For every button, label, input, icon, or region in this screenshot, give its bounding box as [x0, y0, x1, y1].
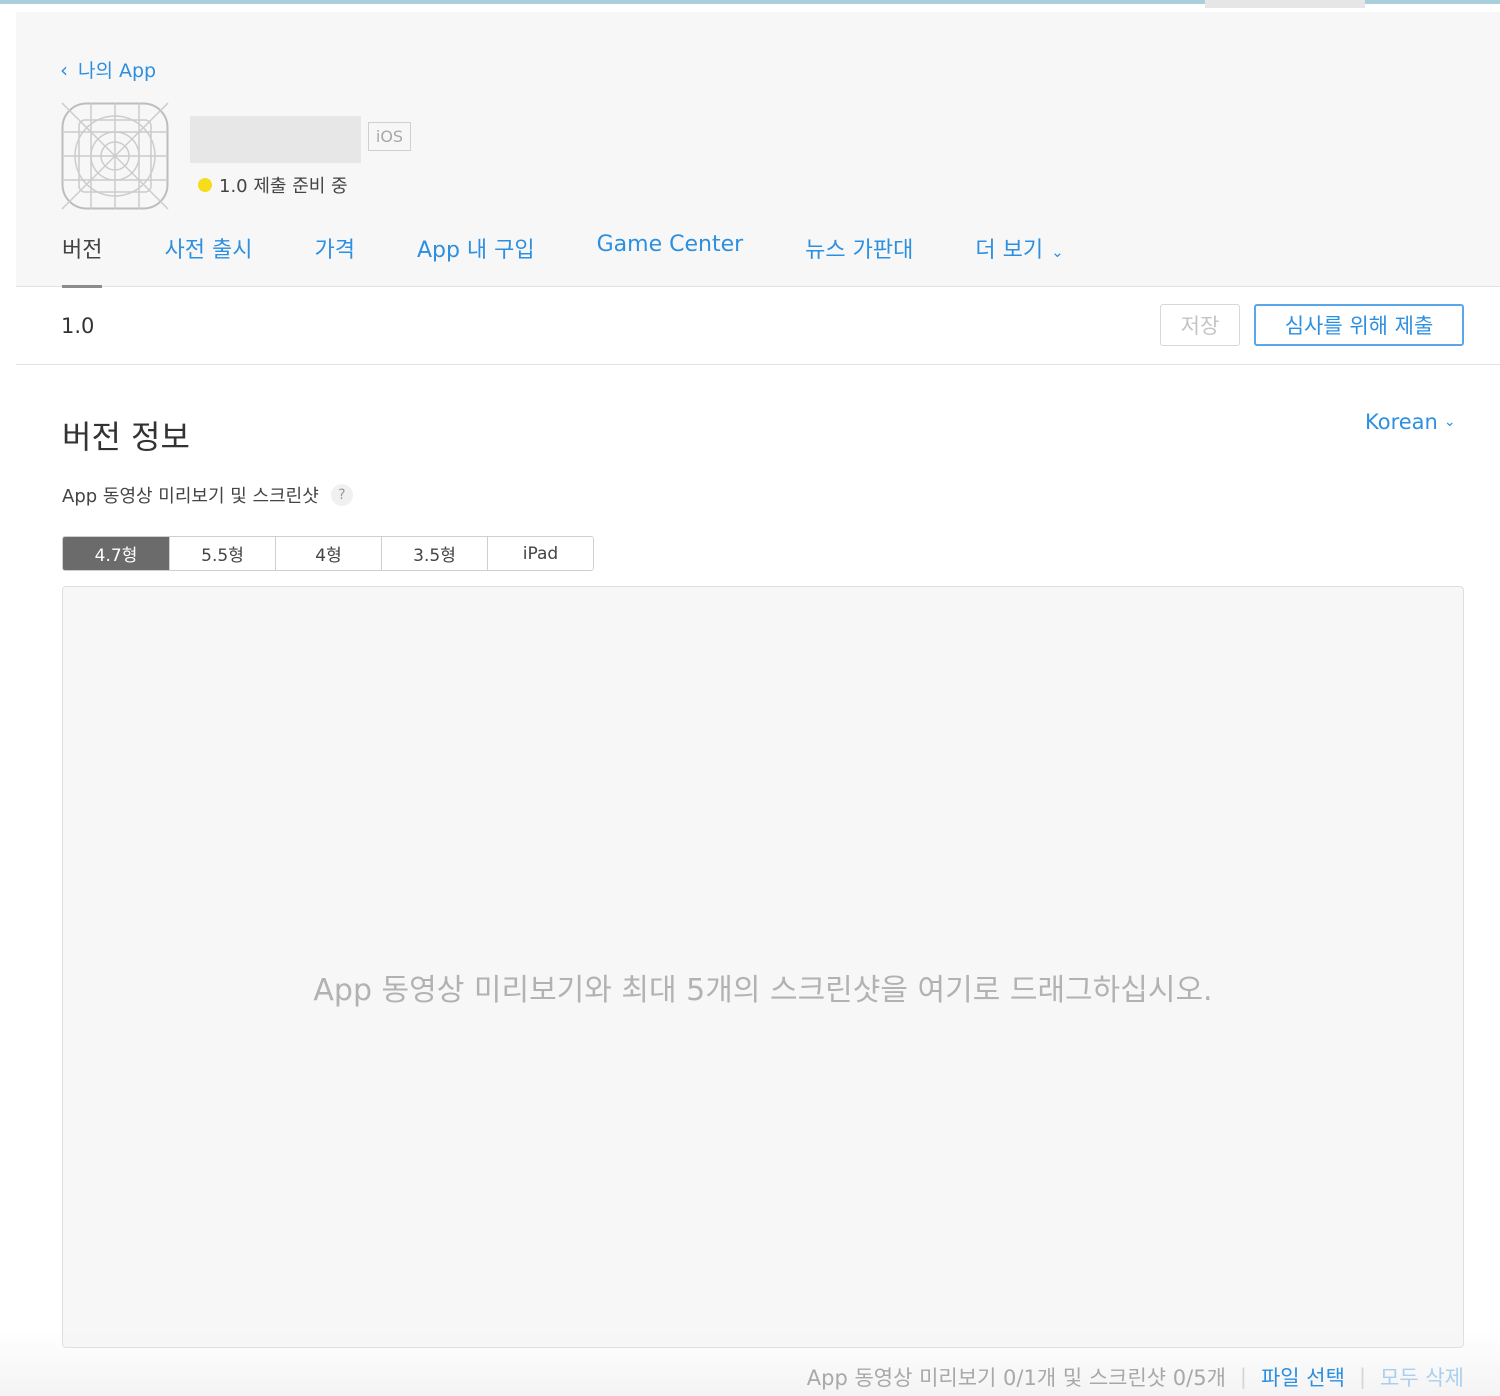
chevron-down-icon: ⌄: [1443, 414, 1456, 430]
app-nav-tabs: 버전 사전 출시 가격 App 내 구입 Game Center 뉴스 가판대 …: [62, 232, 1064, 288]
submit-for-review-button[interactable]: 심사를 위해 제출: [1254, 304, 1464, 346]
tab-prerelease[interactable]: 사전 출시: [164, 232, 252, 287]
tab-label: 더 보기: [975, 238, 1044, 263]
size-tab-4-7[interactable]: 4.7형: [63, 537, 169, 570]
language-selector[interactable]: Korean ⌄: [1365, 410, 1456, 434]
divider: |: [1358, 1365, 1367, 1389]
screenshot-dropzone[interactable]: App 동영상 미리보기와 최대 5개의 스크린샷을 여기로 드래그하십시오.: [62, 586, 1464, 1348]
tab-label: 버전: [62, 238, 103, 263]
divider: |: [1239, 1365, 1247, 1389]
chevron-down-icon: ⌄: [1051, 243, 1064, 261]
app-name-redacted: [190, 116, 361, 163]
platform-badge: iOS: [368, 122, 411, 151]
dropzone-instructions: App 동영상 미리보기와 최대 5개의 스크린샷을 여기로 드래그하십시오.: [313, 973, 1213, 1008]
tab-pricing[interactable]: 가격: [314, 232, 354, 287]
back-to-my-apps-link[interactable]: ‹ 나의 App: [60, 56, 156, 83]
media-count: App 동영상 미리보기 0/1개 및 스크린샷 0/5개: [806, 1366, 1226, 1390]
device-size-tabs: 4.7형 5.5형 4형 3.5형 iPad: [62, 536, 594, 571]
submission-status: 1.0 제출 준비 중: [198, 172, 348, 198]
tab-more[interactable]: 더 보기 ⌄: [975, 232, 1063, 287]
app-icon-placeholder: [61, 102, 169, 210]
tab-label: 뉴스 가판대: [805, 238, 914, 263]
tab-label: 가격: [314, 238, 355, 263]
size-tab-ipad[interactable]: iPad: [487, 537, 593, 570]
help-icon[interactable]: ?: [330, 484, 353, 506]
size-tab-4[interactable]: 4형: [275, 537, 381, 570]
tab-in-app-purchases[interactable]: App 내 구입: [417, 232, 535, 287]
tab-label: 사전 출시: [164, 238, 253, 263]
section-title: 버전 정보: [62, 418, 190, 456]
version-number: 1.0: [61, 314, 95, 338]
media-subheading: App 동영상 미리보기 및 스크린샷 ?: [62, 482, 353, 508]
app-header: ‹ 나의 App iOS 1.0 제출 준비 중 버전 사전 출시 가격 App…: [16, 12, 1500, 288]
size-tab-5-5[interactable]: 5.5형: [169, 537, 275, 570]
media-footer: App 동영상 미리보기 0/1개 및 스크린샷 0/5개 | 파일 선택 | …: [807, 1362, 1464, 1392]
choose-file-link[interactable]: 파일 선택: [1261, 1362, 1345, 1392]
status-text: 1.0 제출 준비 중: [219, 176, 348, 197]
save-button[interactable]: 저장: [1160, 304, 1240, 346]
status-dot-icon: [198, 178, 212, 192]
size-tab-3-5[interactable]: 3.5형: [381, 537, 487, 570]
tab-label: Game Center: [596, 232, 744, 257]
tab-label: App 내 구입: [416, 238, 535, 263]
version-toolbar: 1.0 저장 심사를 위해 제출: [16, 288, 1500, 365]
tab-game-center[interactable]: Game Center: [597, 232, 744, 287]
chevron-left-icon: ‹: [60, 57, 68, 82]
language-label: Korean: [1365, 410, 1438, 434]
tab-version[interactable]: 버전: [62, 232, 103, 288]
window-top-tab: [1205, 0, 1365, 8]
media-subheading-label: App 동영상 미리보기 및 스크린샷: [62, 486, 319, 507]
delete-all-link[interactable]: 모두 삭제: [1380, 1362, 1464, 1392]
tab-newsstand[interactable]: 뉴스 가판대: [805, 232, 913, 287]
back-link-label: 나의 App: [78, 60, 157, 82]
